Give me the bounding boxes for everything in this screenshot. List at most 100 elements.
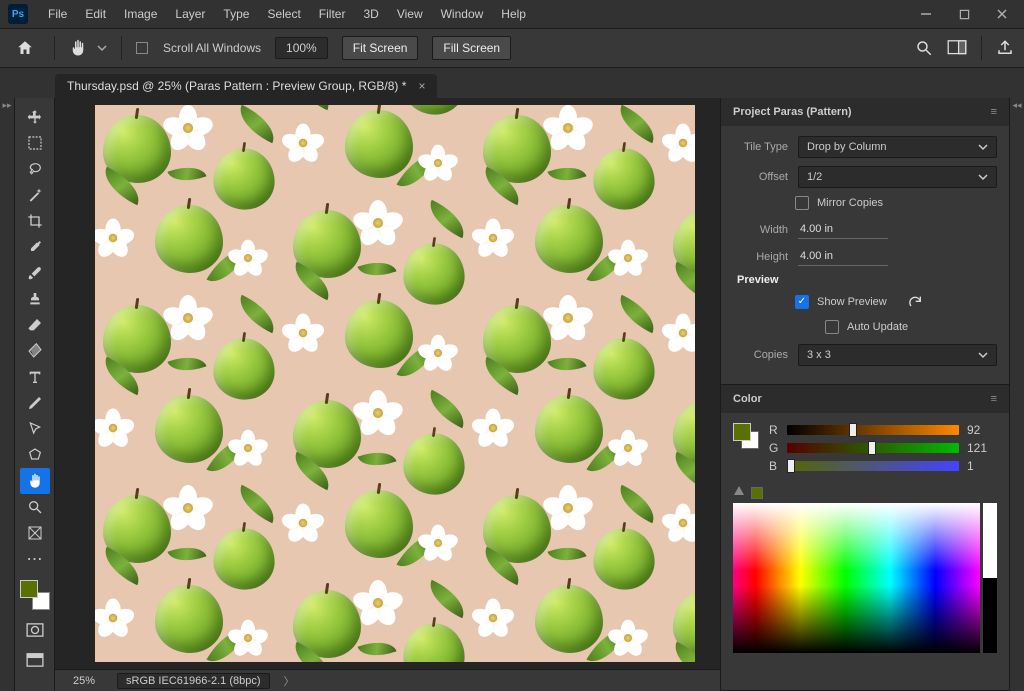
zoom-tool[interactable] bbox=[20, 494, 50, 520]
offset-select[interactable]: 1/2 bbox=[798, 166, 997, 188]
status-bar: 25% sRGB IEC61966-2.1 (8bpc) 〉 bbox=[55, 669, 720, 691]
document-tab[interactable]: Thursday.psd @ 25% (Paras Pattern : Prev… bbox=[55, 74, 437, 98]
menu-edit[interactable]: Edit bbox=[77, 3, 114, 25]
crop-tool[interactable] bbox=[20, 208, 50, 234]
window-controls bbox=[912, 4, 1016, 24]
main-menu: File Edit Image Layer Type Select Filter… bbox=[40, 3, 534, 25]
brush-tool[interactable] bbox=[20, 260, 50, 286]
document-tab-title: Thursday.psd @ 25% (Paras Pattern : Prev… bbox=[67, 79, 406, 93]
menu-layer[interactable]: Layer bbox=[167, 3, 213, 25]
status-arrow-icon[interactable]: 〉 bbox=[284, 673, 295, 689]
artboard-tool[interactable] bbox=[20, 520, 50, 546]
quick-mask-icon[interactable] bbox=[20, 620, 50, 640]
chevron-down-icon[interactable] bbox=[97, 43, 107, 53]
color-panel-header[interactable]: Color ≡ bbox=[721, 385, 1009, 413]
right-dock-collapse[interactable]: ◂◂ bbox=[1009, 98, 1024, 691]
panel-menu-icon[interactable]: ≡ bbox=[991, 393, 997, 405]
hand-tool[interactable] bbox=[20, 468, 50, 494]
document-canvas[interactable] bbox=[95, 105, 695, 662]
toolbox: ⋯ bbox=[15, 98, 55, 691]
width-input[interactable]: 4.00 in bbox=[798, 220, 888, 239]
fit-screen-button[interactable]: Fit Screen bbox=[342, 36, 419, 60]
show-preview-checkbox[interactable] bbox=[795, 295, 809, 309]
menu-select[interactable]: Select bbox=[259, 3, 308, 25]
r-slider[interactable] bbox=[787, 425, 959, 435]
right-panel-column: Project Paras (Pattern) ≡ Tile Type Drop… bbox=[720, 98, 1009, 691]
color-swatches[interactable] bbox=[20, 580, 50, 610]
path-select-tool[interactable] bbox=[20, 416, 50, 442]
shape-tool[interactable] bbox=[20, 442, 50, 468]
scroll-all-option[interactable]: Scroll All Windows bbox=[136, 41, 261, 55]
menu-filter[interactable]: Filter bbox=[311, 3, 354, 25]
color-swatch-pair[interactable] bbox=[733, 423, 759, 449]
status-zoom[interactable]: 25% bbox=[65, 675, 103, 687]
share-icon[interactable] bbox=[996, 39, 1014, 57]
app-logo: Ps bbox=[8, 4, 28, 24]
mirror-copies-checkbox[interactable] bbox=[795, 196, 809, 210]
width-label: Width bbox=[733, 224, 798, 236]
copies-select[interactable]: 3 x 3 bbox=[798, 344, 997, 366]
menu-window[interactable]: Window bbox=[433, 3, 492, 25]
auto-update-checkbox[interactable] bbox=[825, 320, 839, 334]
status-profile[interactable]: sRGB IEC61966-2.1 (8bpc) bbox=[117, 673, 270, 689]
edit-toolbar[interactable]: ⋯ bbox=[20, 546, 50, 572]
bw-ramp[interactable] bbox=[983, 503, 997, 653]
preview-section-label: Preview bbox=[737, 274, 997, 286]
zoom-percent[interactable]: 100% bbox=[275, 37, 328, 59]
copies-label: Copies bbox=[733, 349, 798, 361]
close-button[interactable] bbox=[988, 4, 1016, 24]
left-dock-collapse[interactable]: ▸▸ bbox=[0, 98, 15, 691]
pattern-panel-title: Project Paras (Pattern) bbox=[733, 106, 852, 118]
b-slider[interactable] bbox=[787, 461, 959, 471]
height-input[interactable]: 4.00 in bbox=[798, 247, 888, 266]
screen-mode-icon[interactable] bbox=[20, 650, 50, 670]
menu-help[interactable]: Help bbox=[493, 3, 534, 25]
maximize-button[interactable] bbox=[950, 4, 978, 24]
pattern-panel-header[interactable]: Project Paras (Pattern) ≡ bbox=[721, 98, 1009, 126]
stamp-tool[interactable] bbox=[20, 286, 50, 312]
eraser-tool[interactable] bbox=[20, 312, 50, 338]
color-panel-title: Color bbox=[733, 393, 762, 405]
eyedropper-tool[interactable] bbox=[20, 234, 50, 260]
search-icon[interactable] bbox=[915, 39, 933, 57]
show-preview-label: Show Preview bbox=[817, 296, 887, 308]
type-tool[interactable] bbox=[20, 364, 50, 390]
refresh-icon[interactable] bbox=[907, 294, 923, 310]
gamut-warning-icon[interactable] bbox=[733, 485, 745, 497]
document-tab-bar: Thursday.psd @ 25% (Paras Pattern : Prev… bbox=[0, 68, 1024, 98]
chevron-down-icon bbox=[978, 142, 988, 152]
minimize-button[interactable] bbox=[912, 4, 940, 24]
chevron-down-icon bbox=[978, 172, 988, 182]
menu-type[interactable]: Type bbox=[215, 3, 257, 25]
b-label: B bbox=[769, 459, 779, 473]
tile-type-select[interactable]: Drop by Column bbox=[798, 136, 997, 158]
workspace-icon[interactable] bbox=[947, 40, 967, 56]
g-label: G bbox=[769, 441, 779, 455]
tile-type-label: Tile Type bbox=[733, 141, 798, 153]
color-panel: Color ≡ R92 G121 B1 bbox=[721, 385, 1009, 691]
marquee-tool[interactable] bbox=[20, 130, 50, 156]
pattern-panel: Project Paras (Pattern) ≡ Tile Type Drop… bbox=[721, 98, 1009, 385]
g-value[interactable]: 121 bbox=[967, 441, 997, 455]
gradient-tool[interactable] bbox=[20, 338, 50, 364]
fill-screen-button[interactable]: Fill Screen bbox=[432, 36, 511, 60]
title-bar: Ps File Edit Image Layer Type Select Fil… bbox=[0, 0, 1024, 28]
g-slider[interactable] bbox=[787, 443, 959, 453]
menu-view[interactable]: View bbox=[389, 3, 431, 25]
color-spectrum[interactable] bbox=[733, 503, 980, 653]
tab-close-icon[interactable]: × bbox=[418, 79, 425, 93]
home-button[interactable] bbox=[10, 35, 40, 61]
r-value[interactable]: 92 bbox=[967, 423, 997, 437]
menu-3d[interactable]: 3D bbox=[355, 3, 386, 25]
mirror-copies-label: Mirror Copies bbox=[817, 197, 883, 209]
menu-file[interactable]: File bbox=[40, 3, 75, 25]
panel-menu-icon[interactable]: ≡ bbox=[991, 106, 997, 118]
magic-wand-tool[interactable] bbox=[20, 182, 50, 208]
options-bar: Scroll All Windows 100% Fit Screen Fill … bbox=[0, 28, 1024, 68]
b-value[interactable]: 1 bbox=[967, 459, 997, 473]
gamut-swatch[interactable] bbox=[751, 487, 763, 499]
move-tool[interactable] bbox=[20, 104, 50, 130]
lasso-tool[interactable] bbox=[20, 156, 50, 182]
menu-image[interactable]: Image bbox=[116, 3, 165, 25]
pen-tool[interactable] bbox=[20, 390, 50, 416]
